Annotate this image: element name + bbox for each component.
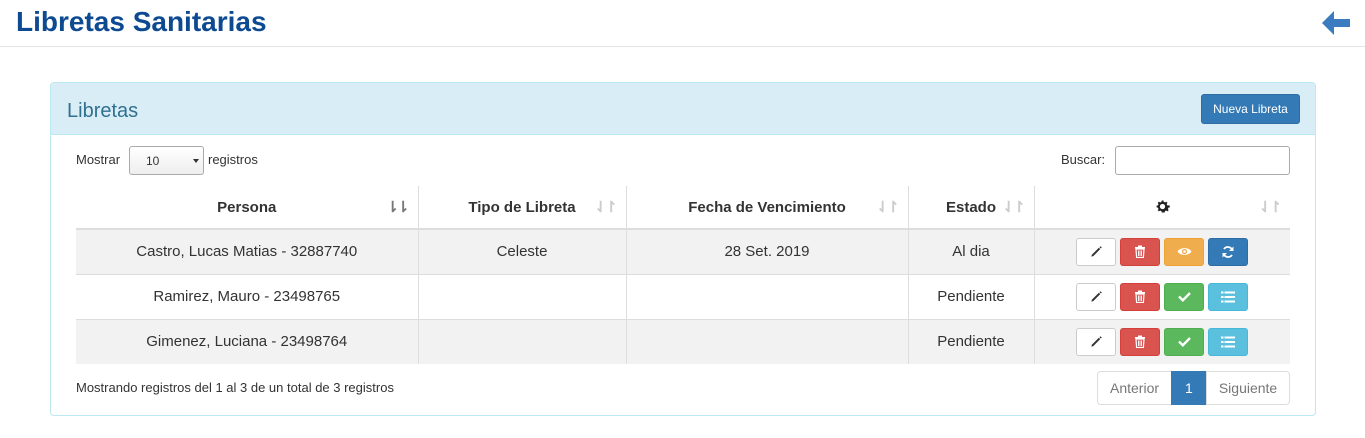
sort-icon: ⇃↾ [1258, 199, 1282, 216]
cell-tipo [417, 318, 626, 364]
cell-actions [1033, 228, 1290, 274]
trash-icon [1135, 335, 1146, 349]
sort-icon: ⇃↾ [876, 199, 899, 216]
column-label: Tipo de Libreta [468, 198, 576, 216]
check-icon [1177, 337, 1191, 348]
view-button[interactable] [1164, 237, 1205, 266]
cell-estado: Al dia [907, 228, 1034, 274]
check-icon [1177, 292, 1191, 302]
approve-button[interactable] [1164, 327, 1205, 356]
sort-asc-icon: ⇂⇂ [386, 199, 409, 216]
new-libreta-button[interactable]: Nueva Libreta [1201, 94, 1300, 124]
list-button[interactable] [1208, 282, 1249, 311]
records-label: registros [208, 152, 258, 167]
table-row: Ramirez, Mauro - 23498765 Pendiente [76, 273, 1290, 319]
cell-tipo: Celeste [417, 228, 626, 274]
list-icon [1221, 291, 1236, 302]
chevron-down-icon [193, 159, 199, 163]
cell-persona: Ramirez, Mauro - 23498765 [76, 273, 418, 319]
cell-fecha [625, 318, 908, 364]
cell-estado: Pendiente [907, 273, 1034, 319]
trash-icon [1135, 290, 1146, 303]
table-info: Mostrando registros del 1 al 3 de un tot… [76, 380, 394, 395]
sort-icon: ⇃↾ [594, 199, 617, 216]
edit-button[interactable] [1076, 327, 1117, 356]
page-size-value: 10 [146, 154, 160, 168]
cell-persona: Gimenez, Luciana - 23498764 [76, 318, 418, 364]
top-bar: Libretas Sanitarias [0, 0, 1365, 47]
cell-estado: Pendiente [907, 318, 1034, 364]
trash-icon [1135, 245, 1146, 259]
column-label: Fecha de Vencimiento [688, 198, 846, 216]
renew-button[interactable] [1208, 237, 1249, 266]
panel-heading: Libretas Nueva Libreta [51, 83, 1315, 135]
table-header-row: Persona ⇂⇂ Tipo de Libreta ⇃↾ Fecha de V… [76, 186, 1290, 230]
delete-button[interactable] [1120, 282, 1161, 311]
edit-button[interactable] [1076, 282, 1117, 311]
next-page-button[interactable]: Siguiente [1205, 371, 1291, 405]
pencil-icon [1091, 336, 1102, 347]
column-header-fecha[interactable]: Fecha de Vencimiento ⇃↾ [625, 186, 908, 230]
table-row: Gimenez, Luciana - 23498764 Pendiente [76, 318, 1290, 364]
column-label: Estado [945, 198, 996, 216]
show-label: Mostrar [76, 152, 121, 167]
list-icon [1221, 336, 1236, 348]
sort-icon: ⇃↾ [1002, 199, 1025, 216]
page-size-select[interactable]: 10 [129, 146, 204, 175]
cell-tipo [417, 273, 626, 319]
approve-button[interactable] [1164, 282, 1205, 311]
delete-button[interactable] [1120, 237, 1161, 266]
cell-persona: Castro, Lucas Matias - 32887740 [76, 228, 418, 274]
pencil-icon [1091, 291, 1102, 302]
cell-actions [1033, 273, 1290, 319]
pencil-icon [1091, 246, 1102, 257]
arrow-left-icon[interactable] [1320, 9, 1352, 37]
column-label: Persona [217, 198, 277, 216]
libretas-table: Persona ⇂⇂ Tipo de Libreta ⇃↾ Fecha de V… [76, 186, 1290, 364]
pagination: Anterior 1 Siguiente [1097, 371, 1291, 405]
panel-title: Libretas [67, 100, 139, 122]
eye-icon [1177, 248, 1192, 256]
edit-button[interactable] [1076, 237, 1117, 266]
cell-fecha: 28 Set. 2019 [625, 228, 908, 274]
table-row: Castro, Lucas Matias - 32887740 Celeste … [76, 228, 1290, 274]
delete-button[interactable] [1120, 327, 1161, 356]
list-button[interactable] [1208, 327, 1249, 356]
column-header-persona[interactable]: Persona ⇂⇂ [76, 186, 418, 230]
cell-actions [1033, 318, 1290, 364]
page-1-button[interactable]: 1 [1171, 371, 1207, 405]
column-header-tipo[interactable]: Tipo de Libreta ⇃↾ [417, 186, 626, 230]
libretas-panel: Libretas Nueva Libreta Mostrar 10 regist… [50, 82, 1316, 416]
refresh-icon [1222, 245, 1234, 258]
column-header-actions[interactable]: ⇃↾ [1033, 186, 1290, 230]
page-title: Libretas Sanitarias [16, 6, 267, 37]
column-header-estado[interactable]: Estado ⇃↾ [907, 186, 1034, 230]
search-label: Buscar: [1061, 152, 1106, 167]
gear-icon [1156, 200, 1170, 212]
prev-page-button[interactable]: Anterior [1097, 371, 1173, 405]
search-input[interactable] [1115, 146, 1290, 175]
cell-fecha [625, 273, 908, 319]
